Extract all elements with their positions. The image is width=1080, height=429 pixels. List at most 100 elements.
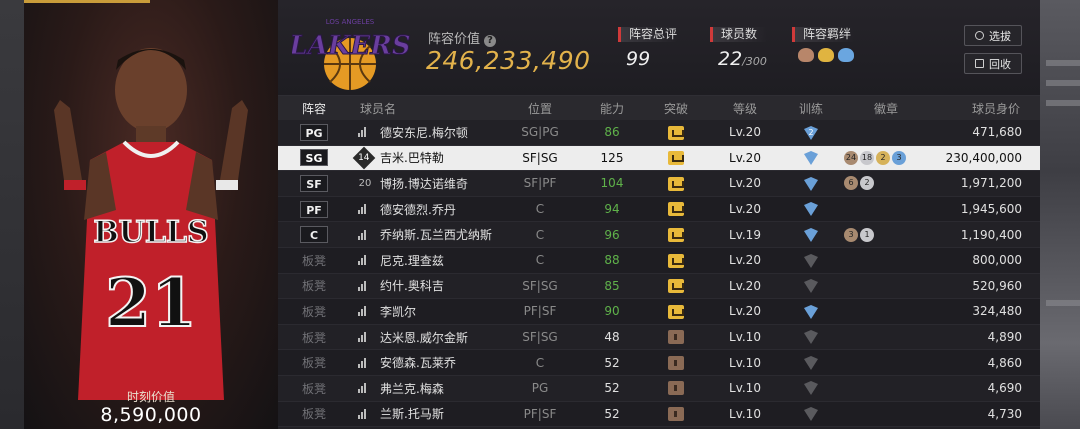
- player-position: PG: [531, 381, 549, 396]
- table-row[interactable]: C 乔纳斯.瓦兰西尤纳斯 C 96 Lv.19 3 1 1,190,400: [278, 222, 1040, 248]
- player-name[interactable]: 约什.奥科吉: [380, 277, 444, 294]
- crown-icon[interactable]: [668, 151, 684, 166]
- table-row[interactable]: SF 20 博扬.博达诺维奇 SF|PF 104 Lv.20 6 2 1,971,200: [278, 171, 1040, 197]
- badge-blue-icon[interactable]: 3: [892, 150, 906, 165]
- lock-icon[interactable]: [668, 407, 684, 422]
- player-name-cell: 安德森.瓦莱乔: [350, 354, 500, 371]
- player-card[interactable]: BULLS 21 时刻价值 8,590,000: [24, 0, 278, 429]
- table-row[interactable]: 板凳 安德森.瓦莱乔 C 52 Lv.10 4,860: [278, 350, 1040, 376]
- table-row[interactable]: PG 德安东尼.梅尔顿 SG|PG 86 Lv.20 2 471,680: [278, 120, 1040, 146]
- lock-icon[interactable]: [668, 381, 684, 396]
- col-badges[interactable]: 徽章: [840, 100, 932, 117]
- bench-label[interactable]: 板凳: [302, 407, 326, 421]
- training-locked-icon[interactable]: [803, 355, 819, 370]
- breakthrough-cell: [644, 279, 708, 294]
- bench-label[interactable]: 板凳: [302, 356, 326, 370]
- badge-bronze-icon[interactable]: 24: [844, 150, 858, 165]
- training-locked-icon[interactable]: [803, 279, 819, 294]
- player-name[interactable]: 兰斯.托马斯: [380, 405, 444, 422]
- training-shield-icon[interactable]: [803, 202, 819, 217]
- training-shield-icon[interactable]: [803, 176, 819, 191]
- player-name[interactable]: 达米恩.威尔金斯: [380, 329, 468, 346]
- lineup-slot-tag[interactable]: C: [300, 226, 328, 244]
- crown-icon[interactable]: [668, 125, 684, 140]
- player-name[interactable]: 德安东尼.梅尔顿: [380, 124, 468, 141]
- training-locked-icon[interactable]: [803, 381, 819, 396]
- col-position[interactable]: 位置: [500, 100, 580, 117]
- player-name[interactable]: 尼克.理查兹: [380, 252, 444, 269]
- player-name[interactable]: 弗兰克.梅森: [380, 380, 444, 397]
- lineup-slot-tag[interactable]: PG: [300, 123, 328, 141]
- training-shield-icon[interactable]: [803, 227, 819, 242]
- lineup-slot-tag[interactable]: SF: [300, 174, 328, 192]
- lineup-value-label-text: 阵容价值: [428, 32, 481, 47]
- lock-icon[interactable]: [668, 330, 684, 345]
- select-button[interactable]: 选拔: [964, 25, 1022, 46]
- badge-silver-icon[interactable]: 2: [860, 176, 874, 191]
- col-worth[interactable]: 球员身价: [932, 100, 1040, 117]
- jersey-team-text: BULLS: [93, 215, 208, 250]
- training-shield-icon[interactable]: 2: [803, 125, 819, 140]
- player-name[interactable]: 吉米.巴特勒: [380, 149, 444, 166]
- jersey-number-badge: 14: [352, 146, 376, 170]
- table-row[interactable]: 板凳 兰斯.托马斯 PF|SF 52 Lv.10 4,730: [278, 401, 1040, 428]
- badge-silver-icon[interactable]: 18: [860, 150, 874, 165]
- table-row[interactable]: 板凳 尼克.理查兹 C 88 Lv.20 800,000: [278, 247, 1040, 274]
- crown-icon[interactable]: [668, 202, 684, 217]
- signal-bars-icon: [358, 306, 372, 317]
- bond-icons[interactable]: [792, 48, 854, 62]
- training-cell: [782, 176, 840, 191]
- bench-label[interactable]: 板凳: [302, 331, 326, 345]
- badge-silver-icon[interactable]: 1: [860, 227, 874, 242]
- training-shield-icon[interactable]: [803, 151, 819, 166]
- table-row[interactable]: PF 德安德烈.乔丹 C 94 Lv.20 1,945,600: [278, 196, 1040, 223]
- signal-bars-icon: [358, 383, 372, 394]
- lineup-slot-tag[interactable]: PF: [300, 200, 328, 218]
- crown-icon[interactable]: [668, 176, 684, 191]
- training-locked-icon[interactable]: [803, 330, 819, 345]
- lock-icon[interactable]: [668, 355, 684, 370]
- bench-label[interactable]: 板凳: [302, 254, 326, 268]
- col-training[interactable]: 训练: [782, 100, 840, 117]
- badge-bronze-icon[interactable]: 6: [844, 176, 858, 191]
- bond-gold-icon[interactable]: [818, 48, 834, 62]
- player-rating: 52: [604, 406, 620, 421]
- player-name[interactable]: 李凯尔: [380, 303, 416, 320]
- training-shield-icon[interactable]: [803, 304, 819, 319]
- table-row[interactable]: 板凳 约什.奥科吉 SF|SG 85 Lv.20 520,960: [278, 274, 1040, 300]
- training-cell: [782, 253, 840, 268]
- lineup-slot-cell: 板凳: [278, 329, 350, 346]
- bench-label[interactable]: 板凳: [302, 382, 326, 396]
- col-name[interactable]: 球员名: [350, 100, 500, 117]
- player-name[interactable]: 德安德烈.乔丹: [380, 201, 456, 218]
- crown-icon[interactable]: [668, 227, 684, 242]
- badge-gold-icon[interactable]: 2: [876, 150, 890, 165]
- player-name[interactable]: 博扬.博达诺维奇: [380, 175, 468, 192]
- col-level[interactable]: 等级: [708, 100, 782, 117]
- badge-bronze-icon[interactable]: 3: [844, 227, 858, 242]
- table-row[interactable]: SG 14 吉米.巴特勒 SF|SG 125 Lv.20 24 18 2 3 230,400,000: [278, 145, 1040, 172]
- table-row[interactable]: 板凳 达米恩.威尔金斯 SF|SG 48 Lv.10 4,890: [278, 325, 1040, 351]
- crown-icon[interactable]: [668, 279, 684, 294]
- bench-label[interactable]: 板凳: [302, 279, 326, 293]
- bench-label[interactable]: 板凳: [302, 305, 326, 319]
- bond-bronze-icon[interactable]: [798, 48, 814, 62]
- crown-icon[interactable]: [668, 304, 684, 319]
- training-locked-icon[interactable]: [803, 407, 819, 422]
- col-rating[interactable]: 能力: [580, 100, 644, 117]
- col-breakthrough[interactable]: 突破: [644, 100, 708, 117]
- table-row[interactable]: 板凳 弗兰克.梅森 PG 52 Lv.10 4,690: [278, 376, 1040, 402]
- player-level: Lv.20: [729, 125, 761, 140]
- signal-bars-icon: [358, 332, 372, 343]
- player-name[interactable]: 乔纳斯.瓦兰西尤纳斯: [380, 226, 492, 243]
- training-cell: [782, 304, 840, 319]
- player-name[interactable]: 安德森.瓦莱乔: [380, 354, 456, 371]
- col-lineup[interactable]: 阵容: [278, 100, 350, 117]
- training-locked-icon[interactable]: [803, 253, 819, 268]
- crown-icon[interactable]: [668, 253, 684, 268]
- recycle-button[interactable]: 回收: [964, 53, 1022, 74]
- player-worth: 1,945,600: [960, 202, 1022, 217]
- bond-blue-icon[interactable]: [838, 48, 854, 62]
- table-row[interactable]: 板凳 李凯尔 PF|SF 90 Lv.20 324,480: [278, 299, 1040, 325]
- lineup-slot-tag[interactable]: SG: [300, 149, 328, 167]
